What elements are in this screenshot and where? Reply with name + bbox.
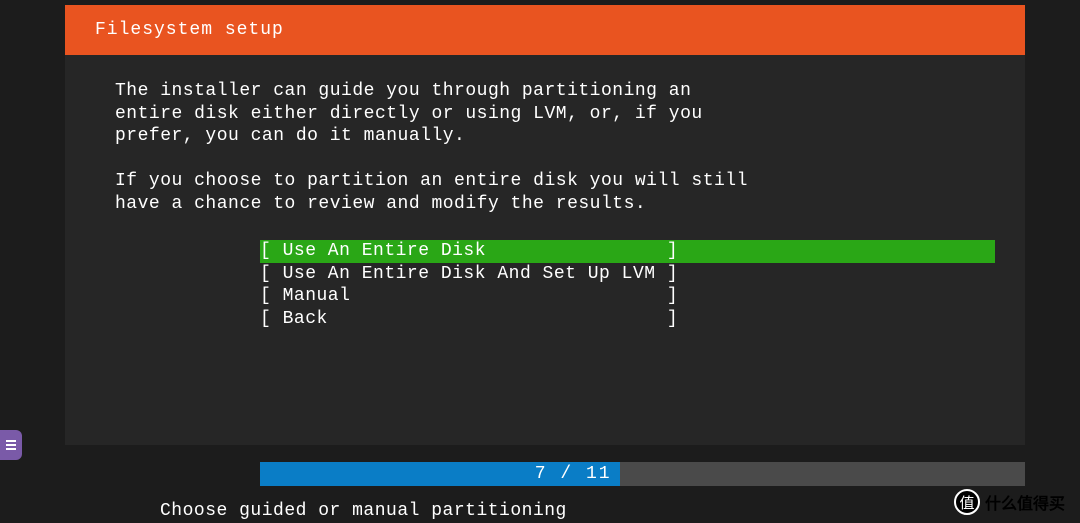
- page-title: Filesystem setup: [95, 20, 284, 40]
- watermark-icon: 值: [954, 489, 980, 515]
- footer-area: 7 / 11 Choose guided or manual partition…: [65, 462, 1025, 523]
- progress-empty: [620, 462, 1025, 486]
- side-tab[interactable]: [0, 430, 22, 460]
- description-text: The installer can guide you through part…: [115, 80, 995, 215]
- menu-item-entire-disk-lvm[interactable]: [ Use An Entire Disk And Set Up LVM ]: [260, 263, 995, 286]
- description-line: If you choose to partition an entire dis…: [115, 170, 995, 193]
- description-line: entire disk either directly or using LVM…: [115, 103, 995, 126]
- content-area: The installer can guide you through part…: [65, 55, 1025, 445]
- description-line: The installer can guide you through part…: [115, 80, 995, 103]
- page-header: Filesystem setup: [65, 5, 1025, 55]
- progress-bar: 7 / 11: [260, 462, 1025, 486]
- progress-text: 7 / 11: [535, 464, 612, 484]
- menu-item-manual[interactable]: [ Manual ]: [260, 285, 995, 308]
- menu-options: [ Use An Entire Disk ] [ Use An Entire D…: [260, 240, 995, 330]
- menu-icon: [4, 439, 18, 451]
- watermark-text: 什么值得买: [985, 490, 1065, 514]
- menu-item-entire-disk[interactable]: [ Use An Entire Disk ]: [260, 240, 995, 263]
- menu-item-back[interactable]: [ Back ]: [260, 308, 995, 331]
- description-line: have a chance to review and modify the r…: [115, 193, 995, 216]
- progress-filled: 7 / 11: [260, 462, 620, 486]
- watermark: 值 什么值得买: [954, 489, 1065, 515]
- description-line: prefer, you can do it manually.: [115, 125, 995, 148]
- footer-hint: Choose guided or manual partitioning: [65, 486, 1025, 523]
